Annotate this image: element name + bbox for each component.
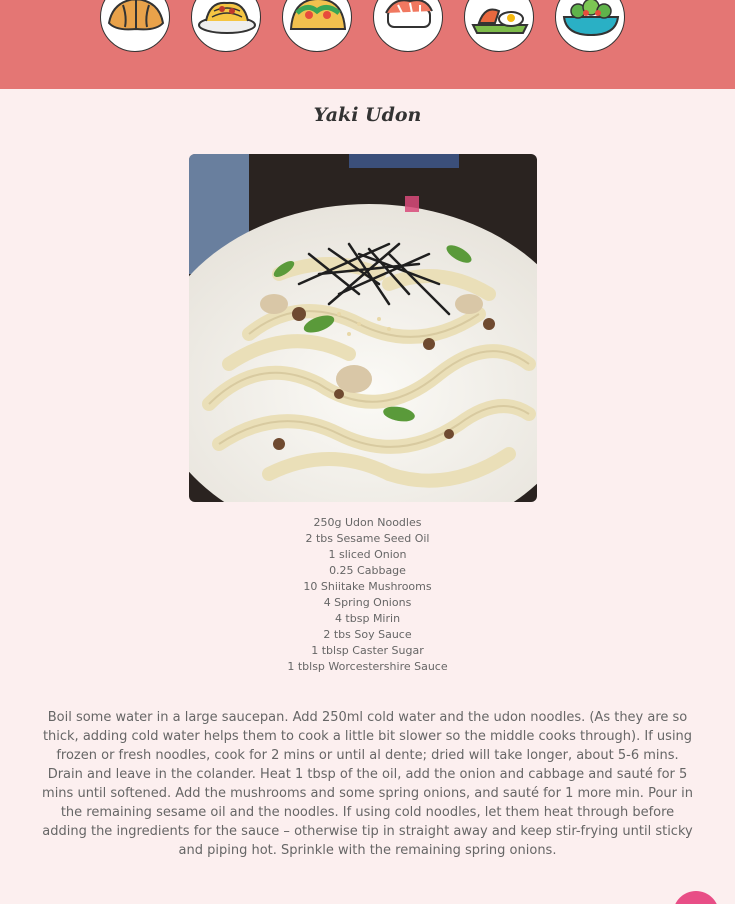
breakfast-icon[interactable] (464, 0, 534, 52)
floating-action-button[interactable] (673, 891, 719, 904)
ingredient-list: 250g Udon Noodles 2 tbs Sesame Seed Oil … (0, 515, 735, 675)
ingredient-item: 1 tblsp Worcestershire Sauce (287, 660, 448, 673)
ingredient-item: 2 tbs Sesame Seed Oil (305, 532, 430, 545)
ingredient-item: 2 tbs Soy Sauce (323, 628, 412, 641)
taco-icon[interactable] (282, 0, 352, 52)
recipe-method: Boil some water in a large saucepan. Add… (42, 710, 693, 858)
category-bar (0, 0, 735, 89)
salad-bowl-icon[interactable] (555, 0, 625, 52)
ingredient-item: 250g Udon Noodles (313, 516, 422, 529)
ingredient-item: 1 tblsp Caster Sugar (311, 644, 424, 657)
recipe-title: Yaki Udon (313, 104, 422, 126)
ingredient-item: 1 sliced Onion (328, 548, 407, 561)
recipe-photo (189, 154, 537, 502)
ingredient-item: 0.25 Cabbage (329, 564, 406, 577)
spaghetti-icon[interactable] (191, 0, 261, 52)
ingredient-item: 10 Shiitake Mushrooms (303, 580, 432, 593)
croissant-icon[interactable] (100, 0, 170, 52)
sushi-icon[interactable] (373, 0, 443, 52)
ingredient-item: 4 tbsp Mirin (334, 612, 401, 625)
ingredient-item: 4 Spring Onions (323, 596, 412, 609)
